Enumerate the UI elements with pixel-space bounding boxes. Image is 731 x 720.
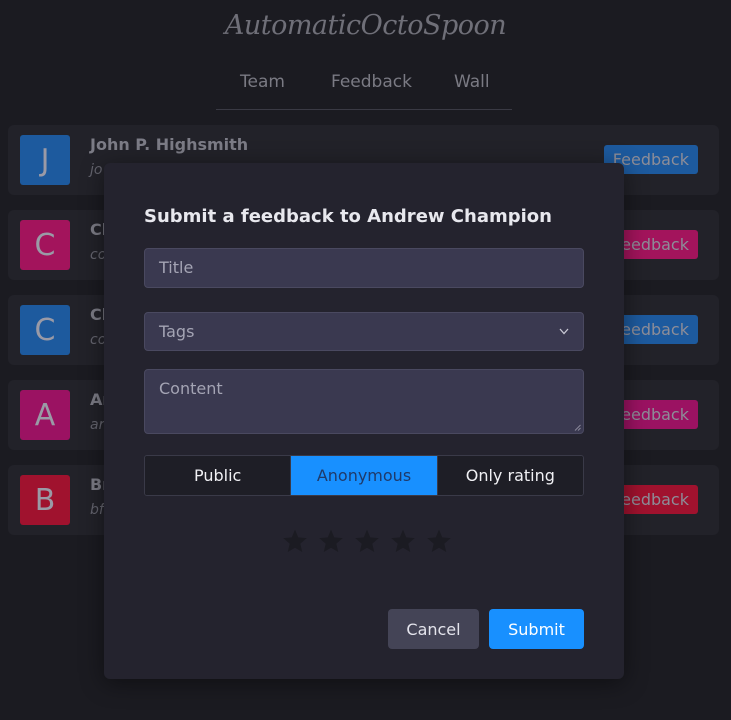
star-icon[interactable] (390, 528, 416, 554)
nav-wall[interactable]: Wall (454, 72, 490, 92)
feedback-modal: Submit a feedback to Andrew Champion Tit… (104, 163, 624, 679)
star-icon[interactable] (282, 528, 308, 554)
main-nav: Team Feedback Wall (216, 60, 512, 110)
content-placeholder: Content (159, 379, 223, 398)
feedback-button[interactable]: eedback (612, 400, 698, 429)
nav-feedback[interactable]: Feedback (331, 72, 412, 92)
app-logo[interactable]: AutomaticOctoSpoon (0, 10, 731, 41)
visibility-public[interactable]: Public (145, 456, 291, 495)
member-name: John P. Highsmith (90, 135, 249, 154)
content-textarea[interactable]: Content (144, 369, 584, 434)
visibility-anonymous[interactable]: Anonymous (290, 456, 437, 495)
title-input[interactable]: Title (144, 248, 584, 288)
visibility-toggle: Public Anonymous Only rating (144, 455, 584, 496)
avatar: A (20, 390, 70, 440)
app-root: AutomaticOctoSpoon Team Feedback Wall J … (0, 0, 731, 720)
member-email: jo (90, 162, 103, 178)
submit-button[interactable]: Submit (489, 609, 584, 649)
tags-select[interactable]: Tags (144, 312, 584, 351)
tags-placeholder: Tags (159, 322, 195, 341)
star-icon[interactable] (318, 528, 344, 554)
avatar: C (20, 305, 70, 355)
cancel-button[interactable]: Cancel (388, 609, 479, 649)
feedback-button[interactable]: eedback (612, 485, 698, 514)
resize-handle-icon[interactable] (574, 424, 581, 431)
visibility-only-rating[interactable]: Only rating (436, 456, 583, 495)
avatar: B (20, 475, 70, 525)
chevron-down-icon (559, 328, 569, 335)
avatar: J (20, 135, 70, 185)
title-placeholder: Title (159, 258, 194, 277)
star-rating (282, 528, 452, 556)
star-icon[interactable] (354, 528, 380, 554)
avatar: C (20, 220, 70, 270)
member-email: ar (90, 417, 105, 433)
feedback-button[interactable]: eedback (612, 230, 698, 259)
star-icon[interactable] (426, 528, 452, 554)
nav-team[interactable]: Team (240, 72, 285, 92)
feedback-button[interactable]: eedback (612, 315, 698, 344)
modal-title: Submit a feedback to Andrew Champion (144, 206, 552, 227)
member-email: bf (90, 502, 104, 518)
